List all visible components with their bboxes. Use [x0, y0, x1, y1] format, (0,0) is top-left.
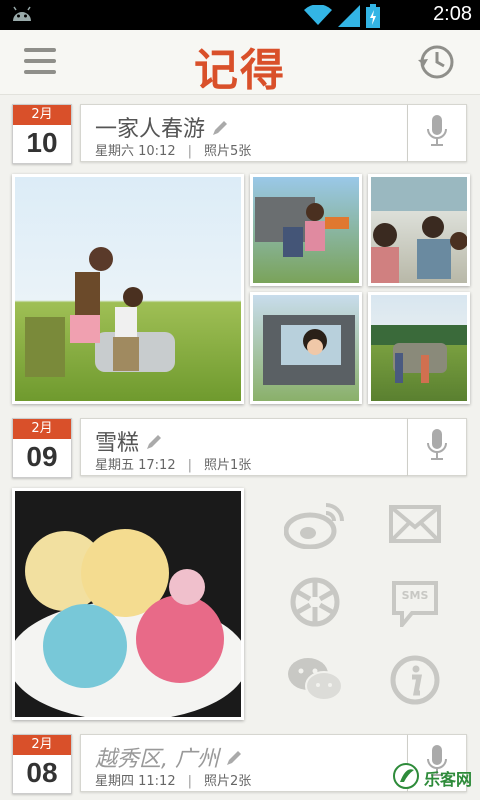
- watermark-logo-icon: [392, 762, 420, 794]
- date-badge: 2月 08: [12, 734, 72, 794]
- date-month: 2月: [13, 735, 71, 755]
- mic-button[interactable]: [408, 104, 467, 162]
- date-day: 10: [26, 127, 58, 158]
- info-icon: [390, 655, 440, 709]
- wifi-icon: [304, 4, 332, 31]
- date-day: 08: [26, 757, 58, 788]
- date-badge: 2月 09: [12, 418, 72, 478]
- pencil-icon[interactable]: [145, 432, 163, 457]
- share-sms-button[interactable]: SMS: [380, 574, 450, 634]
- camera-shutter-icon: [290, 577, 340, 631]
- watermark: 乐客网: [392, 762, 472, 794]
- entry-title: 雪糕: [95, 425, 163, 457]
- wechat-icon: [286, 656, 344, 708]
- date-badge: 2月 10: [12, 104, 72, 164]
- entry-header[interactable]: 2月 10 一家人春游 星期六 10:12 | 照片5张: [12, 104, 468, 164]
- sms-icon: SMS: [390, 581, 440, 627]
- share-weibo-button[interactable]: [280, 496, 350, 556]
- photo-girl-in-car[interactable]: [250, 292, 362, 404]
- photo-family-car[interactable]: [368, 292, 470, 404]
- history-icon[interactable]: [416, 42, 456, 86]
- pencil-icon[interactable]: [211, 118, 229, 143]
- pencil-icon[interactable]: [225, 748, 243, 773]
- status-icons: [304, 4, 380, 32]
- entry-header[interactable]: 2月 09 雪糕 星期五 17:12 | 照片1张: [12, 418, 468, 478]
- entry-title: 一家人春游: [95, 111, 229, 143]
- sms-label: SMS: [401, 589, 429, 602]
- signal-icon: [338, 5, 360, 31]
- photo-family-field[interactable]: [12, 174, 244, 404]
- photo-car-trunk[interactable]: [250, 174, 362, 286]
- mic-button[interactable]: [408, 418, 467, 476]
- entry-meta: 星期六 10:12 | 照片5张: [95, 144, 252, 159]
- share-info-button[interactable]: [380, 652, 450, 712]
- watermark-text: 乐客网: [423, 770, 472, 789]
- entry-card[interactable]: 越秀区, 广州 星期四 11:12 | 照片2张: [80, 734, 408, 792]
- entry-card[interactable]: 雪糕 星期五 17:12 | 照片1张: [80, 418, 408, 476]
- weibo-icon: [283, 499, 346, 553]
- mic-icon: [427, 429, 447, 465]
- clock: 2:08: [433, 3, 472, 25]
- date-month: 2月: [13, 105, 71, 125]
- entry-meta: 星期五 17:12 | 照片1张: [95, 458, 252, 473]
- share-email-button[interactable]: [380, 496, 450, 556]
- date-month: 2月: [13, 419, 71, 439]
- mail-icon: [389, 505, 441, 547]
- app-title: 记得: [194, 45, 286, 96]
- entry-card[interactable]: 一家人春游 星期六 10:12 | 照片5张: [80, 104, 408, 162]
- entry-title: 越秀区, 广州: [95, 741, 243, 773]
- date-day: 09: [26, 441, 58, 472]
- photo-ice-cream[interactable]: [12, 488, 244, 720]
- android-icon: [10, 5, 34, 29]
- entry-meta: 星期四 11:12 | 照片2张: [95, 774, 252, 789]
- battery-icon: [366, 4, 380, 32]
- share-wechat-button[interactable]: [280, 652, 350, 712]
- photo-car-interior[interactable]: [368, 174, 470, 286]
- app-bar: 记得: [0, 30, 480, 96]
- mic-icon: [427, 115, 447, 151]
- share-camera-button[interactable]: [280, 574, 350, 634]
- status-bar: 2:08: [0, 0, 480, 30]
